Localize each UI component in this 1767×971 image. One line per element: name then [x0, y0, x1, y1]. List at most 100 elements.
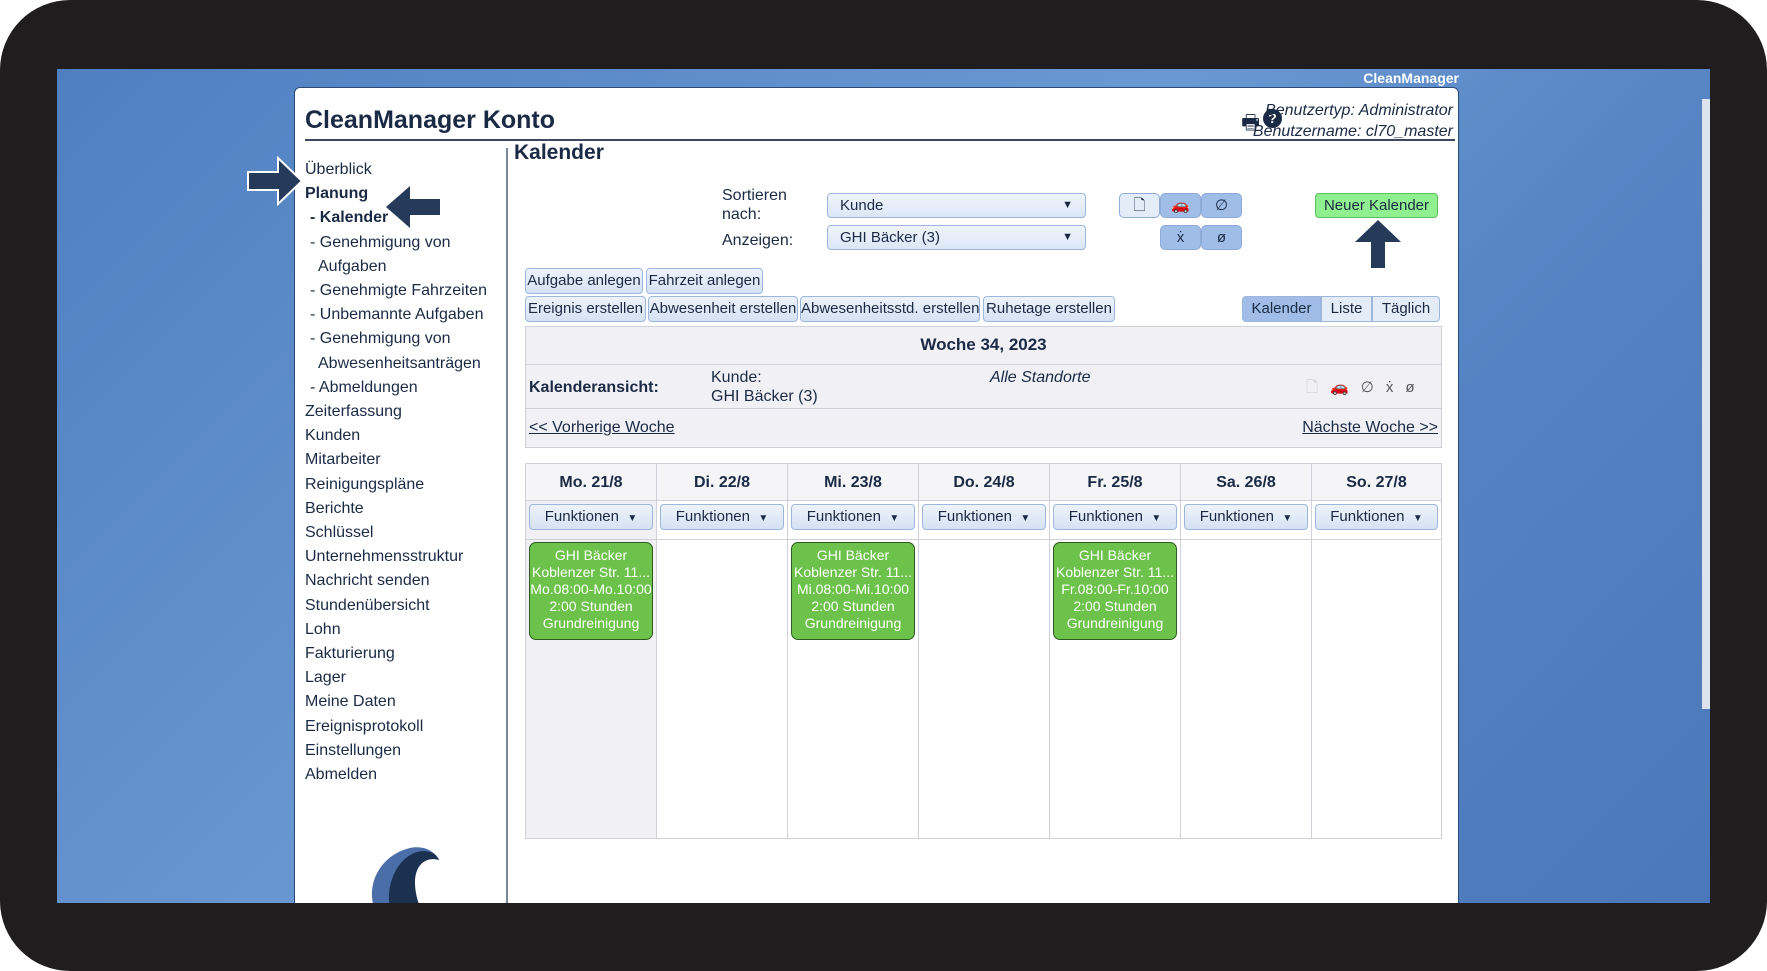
functions-row: Funktionen ▼	[526, 501, 656, 540]
header-divider	[305, 139, 1455, 141]
no-entry-filter-button[interactable]: ∅	[1201, 193, 1242, 218]
caret-down-icon: ▼	[1282, 513, 1293, 524]
sort-value: Kunde	[840, 197, 884, 214]
functions-dropdown[interactable]: Funktionen ▼	[1053, 504, 1177, 530]
sidebar-item[interactable]: - Genehmigung von	[305, 231, 487, 255]
event-line: Mi.08:00-Mi.10:00	[796, 581, 910, 597]
functions-label: Funktionen	[1068, 508, 1143, 525]
show-label: Anzeigen:	[722, 232, 794, 249]
event-line: 2:00 Stunden	[811, 598, 895, 614]
sidebar-item[interactable]: - Abmeldungen	[305, 376, 487, 400]
functions-row: Funktionen ▼	[1312, 501, 1441, 540]
filter-status-icons: 🗋🚗∅ẋø	[1306, 377, 1427, 402]
sidebar-item[interactable]: Abmelden	[305, 763, 487, 787]
create-rest-days-button[interactable]: Ruhetage erstellen	[983, 296, 1115, 322]
functions-label: Funktionen	[675, 508, 750, 525]
scrollbar[interactable]	[1702, 99, 1710, 709]
group-off-filter-button[interactable]: ø	[1201, 225, 1242, 250]
sidebar-item[interactable]: Schlüssel	[305, 521, 487, 545]
caret-down-icon: ▼	[1020, 513, 1031, 524]
previous-week-link[interactable]: << Vorherige Woche	[529, 419, 675, 437]
caret-down-icon: ▼	[1412, 513, 1423, 524]
person-off-filter-button[interactable]: ẋ	[1160, 225, 1201, 250]
sidebar-item[interactable]: Unternehmensstruktur	[305, 545, 487, 569]
sidebar-item[interactable]: Überblick	[305, 158, 487, 182]
sidebar-item[interactable]: Kunden	[305, 424, 487, 448]
day-column: Fr. 25/8 Funktionen ▼ GHI Bäcker Koblenzer…	[1050, 464, 1181, 838]
sidebar-item[interactable]: Nachricht senden	[305, 569, 487, 593]
day-column: Mo. 21/8 Funktionen ▼ GHI Bäcker Koblenzer…	[526, 464, 657, 838]
week-title: Woche 34, 2023	[526, 327, 1441, 365]
functions-dropdown[interactable]: Funktionen ▼	[1315, 504, 1438, 530]
sidebar-item[interactable]: Zeiterfassung	[305, 400, 487, 424]
create-absence-hours-button[interactable]: Abwesenheitsstd. erstellen	[800, 296, 980, 322]
event-line: Grundreinigung	[542, 615, 640, 631]
document-filter-button[interactable]: 🗋	[1119, 193, 1160, 218]
next-week-link[interactable]: Nächste Woche >>	[1302, 419, 1438, 437]
functions-dropdown[interactable]: Funktionen ▼	[922, 504, 1046, 530]
sidebar-item[interactable]: Fakturierung	[305, 642, 487, 666]
calendar-event[interactable]: GHI Bäcker Koblenzer Str. 11... Mo.08:00-M…	[529, 542, 653, 640]
sidebar-item[interactable]: Reinigungspläne	[305, 473, 487, 497]
sidebar-item[interactable]: Mitarbeiter	[305, 448, 487, 472]
sidebar-item[interactable]: Ereignisprotokoll	[305, 715, 487, 739]
chevron-down-icon: ▼	[1062, 199, 1073, 211]
group-off-icon: ø	[1405, 379, 1427, 396]
sidebar-item[interactable]: Lager	[305, 666, 487, 690]
day-column: Sa. 26/8 Funktionen ▼	[1181, 464, 1312, 838]
tab-taeglich[interactable]: Täglich	[1372, 296, 1440, 322]
document-icon: 🗋	[1306, 379, 1331, 396]
day-header: Di. 22/8	[657, 464, 787, 501]
caret-down-icon: ▼	[1151, 513, 1162, 524]
functions-label: Funktionen	[544, 508, 619, 525]
user-info: Benutzertyp: Administrator Benutzername:…	[1253, 100, 1453, 142]
day-column: So. 27/8 Funktionen ▼	[1312, 464, 1441, 838]
functions-row: Funktionen ▼	[788, 501, 918, 540]
create-event-button[interactable]: Ereignis erstellen	[525, 296, 646, 322]
functions-row: Funktionen ▼	[919, 501, 1049, 540]
customer-value: GHI Bäcker (3)	[711, 388, 818, 405]
create-absence-button[interactable]: Abwesenheit erstellen	[648, 296, 798, 322]
functions-dropdown[interactable]: Funktionen ▼	[1184, 504, 1308, 530]
event-line: Grundreinigung	[1066, 615, 1164, 631]
day-column: Mi. 23/8 Funktionen ▼ GHI Bäcker Koblenzer…	[788, 464, 919, 838]
sidebar-item[interactable]: Stundenübersicht	[305, 594, 487, 618]
day-header: Do. 24/8	[919, 464, 1049, 501]
functions-dropdown[interactable]: Funktionen ▼	[529, 504, 653, 530]
sort-select[interactable]: Kunde ▼	[827, 193, 1086, 218]
sidebar-item[interactable]: - Genehmigung von	[305, 327, 487, 351]
functions-dropdown[interactable]: Funktionen ▼	[660, 504, 784, 530]
day-header: Sa. 26/8	[1181, 464, 1311, 501]
sidebar-divider	[506, 148, 508, 903]
event-line: 2:00 Stunden	[1073, 598, 1157, 614]
show-value: GHI Bäcker (3)	[840, 229, 941, 246]
tab-kalender[interactable]: Kalender	[1242, 296, 1321, 322]
create-drive-time-button[interactable]: Fahrzeit anlegen	[646, 268, 763, 294]
page-title: CleanManager Konto	[305, 106, 556, 134]
day-header: Fr. 25/8	[1050, 464, 1180, 501]
event-line: GHI Bäcker	[554, 547, 628, 563]
car-filter-button[interactable]: 🚗	[1160, 193, 1201, 218]
sidebar-item[interactable]: Abwesenheitsanträgen	[305, 352, 487, 376]
sidebar-item[interactable]: Aufgaben	[305, 255, 487, 279]
tab-liste[interactable]: Liste	[1321, 296, 1372, 322]
caret-down-icon: ▼	[889, 513, 900, 524]
sidebar-item[interactable]: Lohn	[305, 618, 487, 642]
sidebar-item[interactable]: Berichte	[305, 497, 487, 521]
functions-label: Funktionen	[1330, 508, 1405, 525]
sidebar-item[interactable]: Einstellungen	[305, 739, 487, 763]
calendar-event[interactable]: GHI Bäcker Koblenzer Str. 11... Fr.08:00-F…	[1053, 542, 1177, 640]
calendar-event[interactable]: GHI Bäcker Koblenzer Str. 11... Mi.08:00-M…	[791, 542, 915, 640]
car-icon: 🚗	[1330, 379, 1361, 396]
cleanmanager-logo	[371, 847, 439, 903]
sidebar-item[interactable]: - Genehmigte Fahrzeiten	[305, 279, 487, 303]
functions-dropdown[interactable]: Funktionen ▼	[791, 504, 915, 530]
show-select[interactable]: GHI Bäcker (3) ▼	[827, 225, 1086, 250]
new-calendar-button[interactable]: Neuer Kalender	[1315, 193, 1438, 218]
create-task-button[interactable]: Aufgabe anlegen	[525, 268, 643, 294]
view-label: Kalenderansicht:	[529, 379, 659, 396]
sidebar-item[interactable]: Meine Daten	[305, 690, 487, 714]
view-info-row: Kalenderansicht: Kunde: GHI Bäcker (3) A…	[526, 365, 1441, 409]
annotation-arrow-up-icon	[1355, 220, 1401, 268]
sidebar-item[interactable]: - Unbemannte Aufgaben	[305, 303, 487, 327]
